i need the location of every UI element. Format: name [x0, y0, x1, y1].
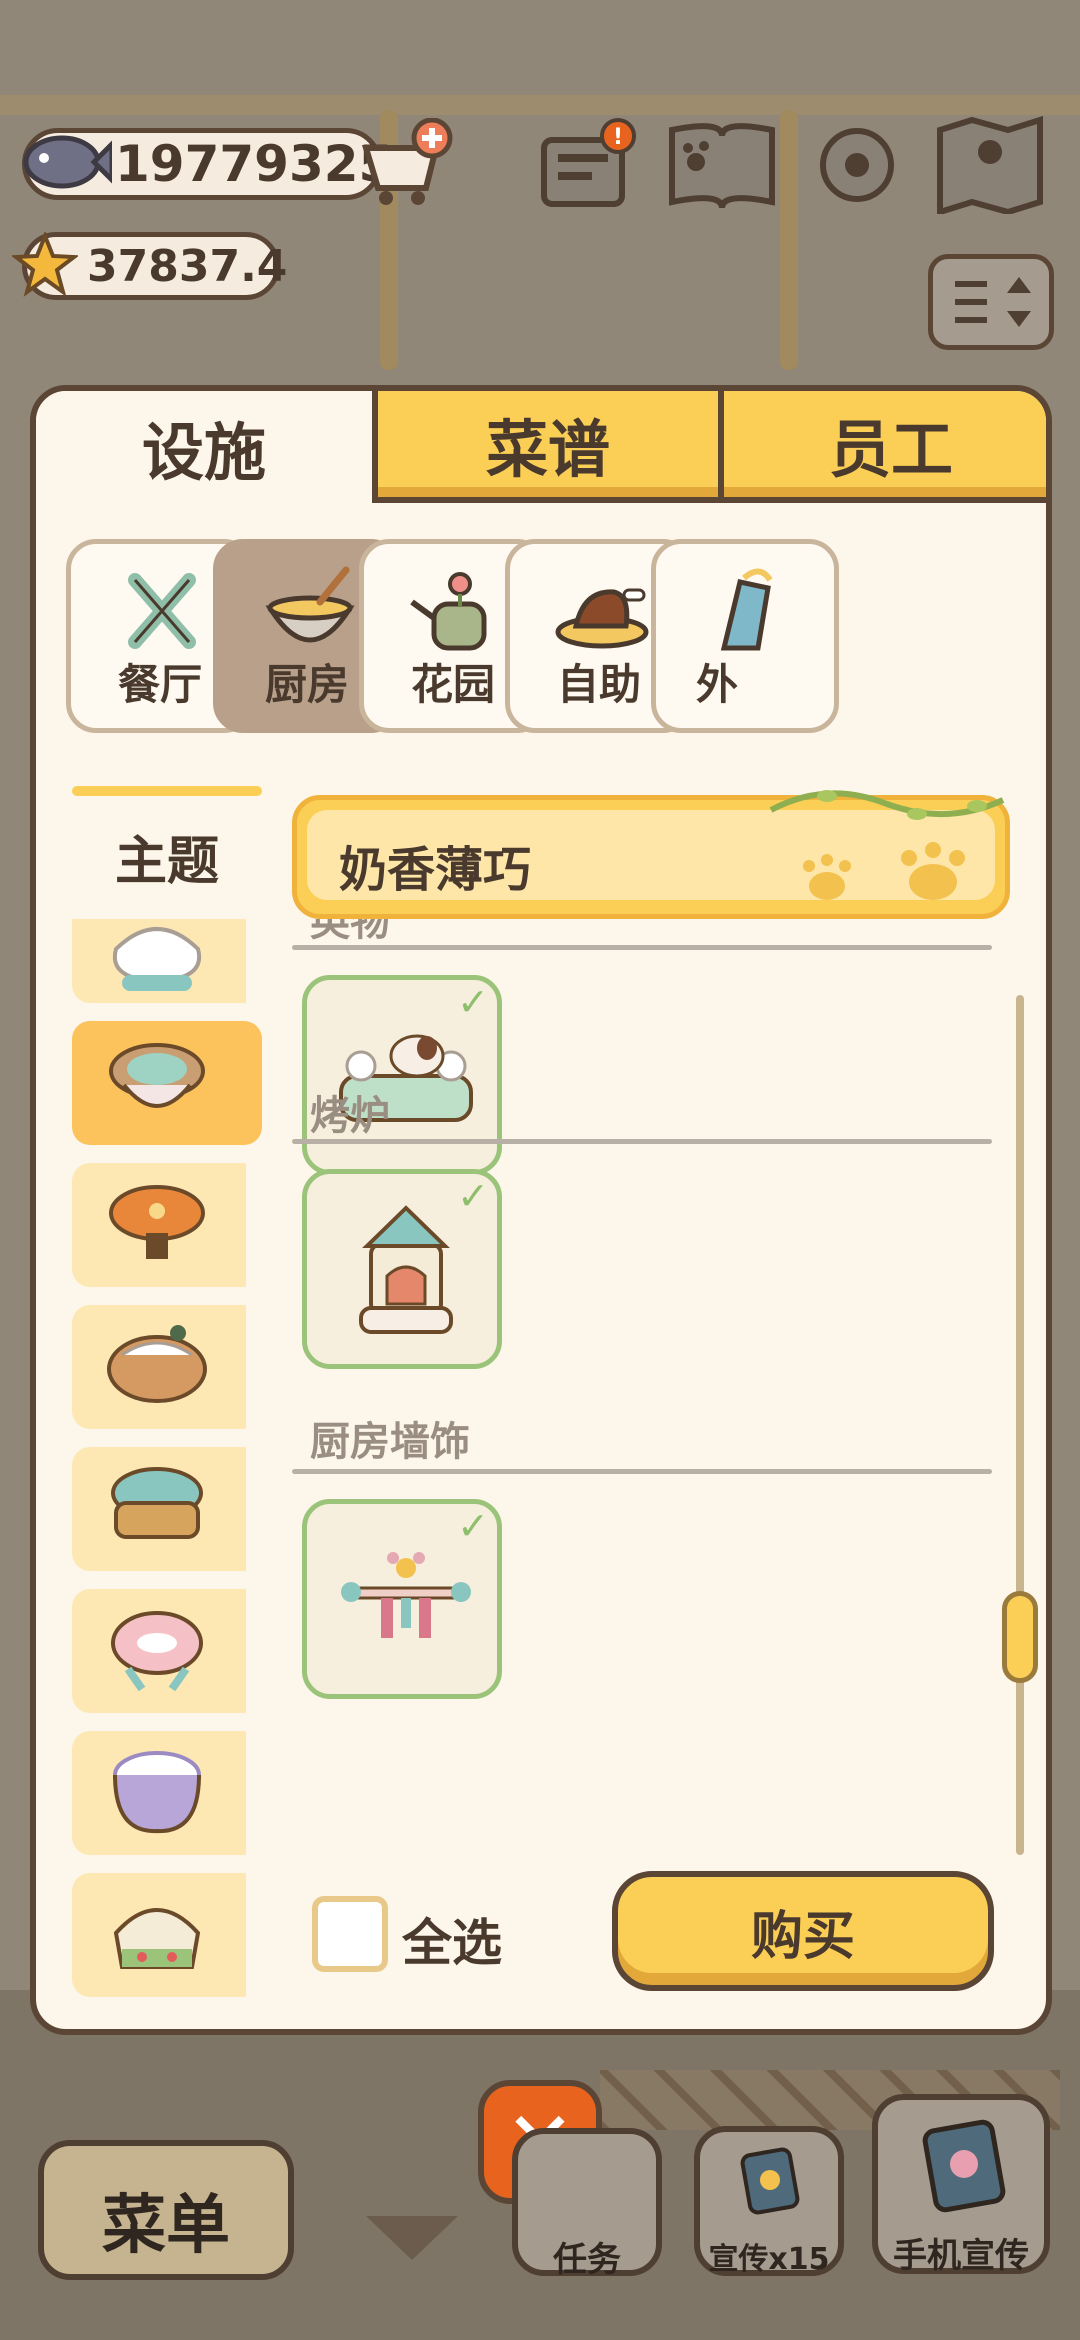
- mail-notification-icon[interactable]: !: [538, 116, 636, 214]
- sort-icon: [955, 277, 1031, 327]
- scrollbar-track[interactable]: [1016, 995, 1024, 1855]
- scene-rope: [780, 110, 798, 370]
- phone-promotion-button[interactable]: 手机宣传: [872, 2094, 1050, 2276]
- mint-table-icon: [109, 1043, 205, 1108]
- tab-recipes[interactable]: 菜谱: [372, 391, 718, 503]
- menu-button[interactable]: 菜单: [38, 2140, 294, 2280]
- select-all-checkbox[interactable]: [312, 1896, 388, 1972]
- paw-book-icon[interactable]: [664, 116, 780, 214]
- section-divider: [292, 1139, 992, 1144]
- star-icon: [12, 232, 78, 297]
- tab-staff[interactable]: 员工: [718, 391, 1046, 503]
- pink-chair-icon: [111, 1611, 203, 1692]
- phone-flyer-icon: [922, 2119, 1006, 2213]
- vine-decoration-icon: [769, 790, 1005, 820]
- buy-button-label: 购买: [750, 1906, 855, 1967]
- theme-item-cloud-stool[interactable]: [72, 919, 246, 1003]
- tab-facilities[interactable]: 设施: [36, 391, 372, 503]
- facility-shop-panel: 设施 菜谱 员工 餐厅 厨房 花园 自助 外 主题 奶香薄巧 英物 ✓ 烤炉 ✓…: [30, 385, 1052, 2035]
- lavender-table-icon: [113, 1751, 201, 1834]
- menu-button-label: 菜单: [102, 2189, 230, 2263]
- kitchen-wall-rack-icon: [341, 1552, 471, 1638]
- category-takeout[interactable]: 外: [651, 539, 839, 733]
- tools-icon: [128, 573, 196, 649]
- task-button[interactable]: 任务: [512, 2128, 662, 2280]
- tab-facilities-label: 设施: [141, 416, 266, 489]
- item-card-oven[interactable]: ✓: [302, 1169, 502, 1369]
- chevron-down-icon[interactable]: [366, 2216, 458, 2260]
- watering-can-icon: [410, 572, 487, 651]
- gear-icon[interactable]: [808, 116, 906, 214]
- cream-cake-icon: [113, 1908, 201, 1969]
- map-icon[interactable]: [934, 116, 1046, 214]
- mixing-bowl-icon: [265, 566, 355, 643]
- theme-item-milk-mint-table[interactable]: [72, 1021, 262, 1145]
- theme-item-teal-table[interactable]: [72, 1447, 246, 1571]
- shop-cart-icon[interactable]: [356, 118, 456, 210]
- theme-column-title: 主题: [114, 832, 219, 892]
- tab-staff-label: 员工: [828, 413, 953, 486]
- tower-oven-icon: [359, 1205, 453, 1334]
- section-title: 厨房墙饰: [310, 1419, 470, 1465]
- section-title: 烤炉: [310, 1093, 390, 1139]
- section-title: 英物: [310, 919, 390, 945]
- cookie-table-icon: [107, 1325, 207, 1403]
- item-card-bath-decoration[interactable]: ✓: [302, 975, 502, 1175]
- buy-button[interactable]: 购买: [612, 1871, 994, 1991]
- theme-list[interactable]: [72, 919, 282, 1999]
- buffet-plate-icon: [555, 588, 649, 649]
- tab-recipes-label: 菜谱: [485, 413, 610, 486]
- item-scroll-area[interactable]: 英物 ✓ 烤炉 ✓ 厨房墙饰 ✓: [292, 919, 1032, 1859]
- theme-item-lavender-table[interactable]: [72, 1731, 246, 1855]
- promotion-button-label: 宣传x15: [708, 2242, 830, 2277]
- takeout-icon: [720, 568, 773, 651]
- paw-print-icon: [803, 842, 965, 900]
- current-theme-name: 奶香薄巧: [339, 842, 532, 898]
- theme-item-orange-table[interactable]: [72, 1163, 246, 1287]
- item-card-wall-decor[interactable]: ✓: [302, 1499, 502, 1699]
- svg-text:!: !: [613, 125, 623, 150]
- task-button-label: 任务: [553, 2240, 621, 2280]
- cloud-stool-icon: [112, 927, 202, 991]
- orange-table-icon: [109, 1185, 205, 1259]
- star-currency-value: 37837.4: [87, 240, 288, 292]
- fish-currency-value: 19779325: [115, 135, 394, 193]
- theme-underline: [72, 786, 262, 796]
- teal-table-icon: [111, 1467, 203, 1539]
- sort-toggle-button[interactable]: [928, 254, 1054, 350]
- theme-item-cream-cake[interactable]: [72, 1873, 246, 1997]
- scrollbar-thumb[interactable]: [1002, 1591, 1038, 1683]
- section-divider: [292, 1469, 992, 1474]
- promotion-button[interactable]: 宣传x15: [694, 2126, 844, 2277]
- theme-item-pink-chair[interactable]: [72, 1589, 246, 1713]
- phone-promotion-button-label: 手机宣传: [893, 2236, 1029, 2276]
- current-theme-banner: 奶香薄巧: [292, 790, 1010, 919]
- category-row: 餐厅 厨房 花园 自助 外: [36, 539, 1022, 749]
- select-all-label[interactable]: 全选: [402, 1903, 502, 1975]
- section-divider: [292, 945, 992, 950]
- fish-icon: [23, 135, 112, 189]
- scene-beam: [0, 95, 1080, 115]
- flyer-icon: [740, 2147, 800, 2215]
- category-takeout-label: 外: [696, 660, 739, 709]
- theme-item-cookie-table[interactable]: [72, 1305, 246, 1429]
